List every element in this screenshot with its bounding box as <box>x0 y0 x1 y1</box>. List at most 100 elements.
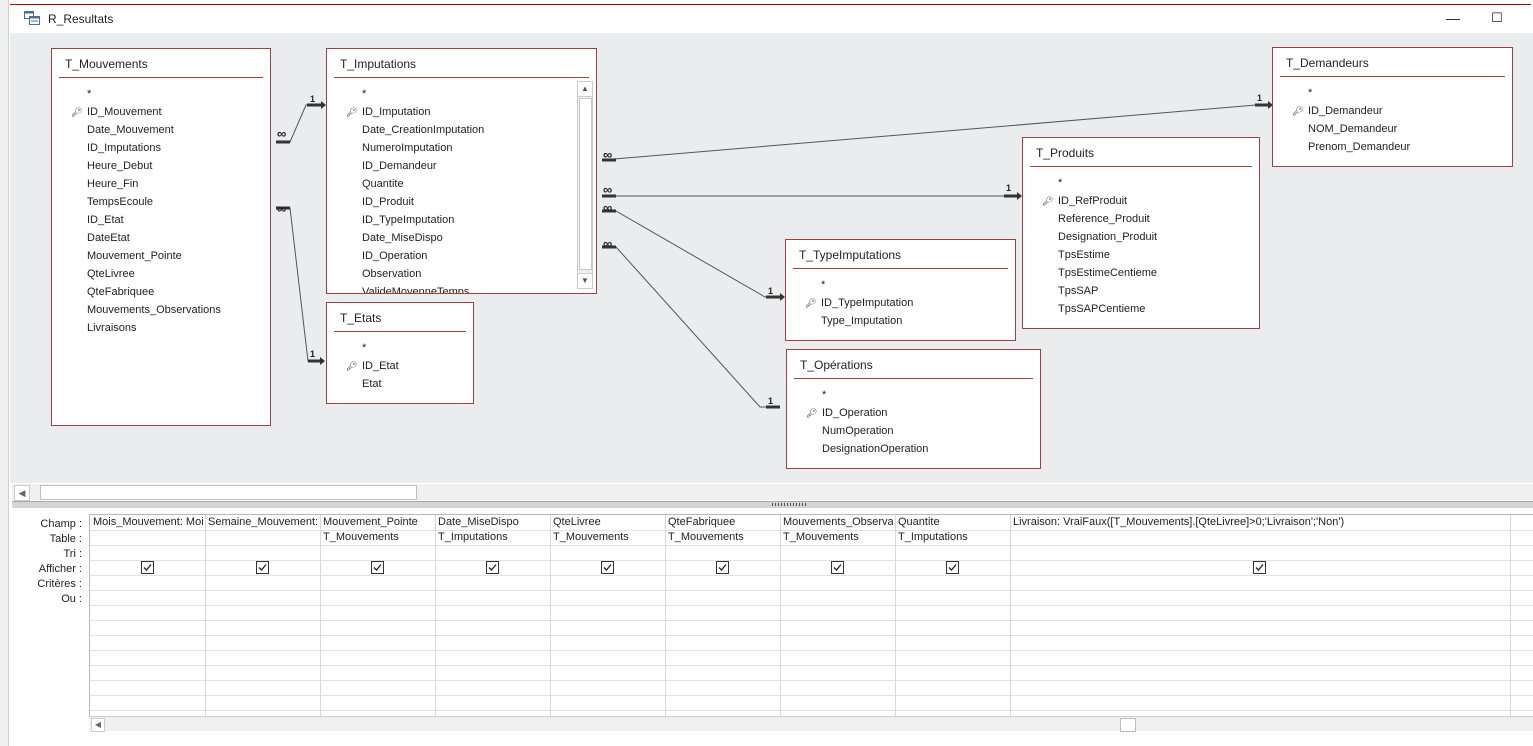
grid-column[interactable]: Mois_Mouvement: Mois <box>90 515 205 723</box>
scroll-left-icon[interactable]: ◀ <box>91 718 105 732</box>
field-row[interactable]: Mouvements_Observations <box>52 301 270 319</box>
splitter-grip-icon[interactable] <box>772 503 806 506</box>
grid-column[interactable]: Quantite T_Imputations <box>895 515 1010 723</box>
field-row[interactable]: Quantite <box>327 175 576 193</box>
field-row[interactable]: ID_Produit <box>327 193 576 211</box>
design-pane-hscrollbar[interactable]: ◀ <box>12 484 1533 501</box>
field-row[interactable]: ID_Demandeur <box>327 157 576 175</box>
champ-cell[interactable]: Date_MiseDispo <box>438 515 548 530</box>
grid-hscrollbar[interactable]: ◀ <box>89 716 1533 732</box>
champ-cell[interactable]: Livraison: VraiFaux([T_Mouvements].[QteL… <box>1013 515 1508 530</box>
champ-cell[interactable]: QteLivree <box>553 515 663 530</box>
grid-column[interactable]: Date_MiseDispo T_Imputations <box>435 515 550 723</box>
field-row[interactable]: ID_Imputations <box>52 139 270 157</box>
field-row[interactable]: 🔑︎ ID_Demandeur <box>1273 102 1512 120</box>
field-list-scrollbar[interactable]: ▲ ▼ <box>577 81 593 289</box>
field-row[interactable]: 🔑︎ ID_TypeImputation <box>786 294 1015 312</box>
table-title[interactable]: T_Imputations <box>327 49 596 78</box>
minimize-button[interactable]: — <box>1442 7 1464 29</box>
field-row[interactable]: ID_Etat <box>52 211 270 229</box>
field-row[interactable]: TpsSAP <box>1023 282 1259 300</box>
scroll-left-icon[interactable]: ◀ <box>14 485 30 501</box>
champ-cell[interactable]: Quantite <box>898 515 1008 530</box>
table-cell[interactable] <box>208 530 318 545</box>
table-box-t-produits[interactable]: T_Produits * 🔑︎ ID_RefProduit Reference_Pro… <box>1022 137 1260 329</box>
scroll-down-icon[interactable]: ▼ <box>578 273 592 288</box>
scroll-up-icon[interactable]: ▲ <box>578 82 592 97</box>
afficher-checkbox[interactable] <box>946 561 959 574</box>
table-cell[interactable] <box>1013 530 1508 545</box>
scroll-thumb[interactable] <box>40 485 417 500</box>
table-cell[interactable]: T_Mouvements <box>668 530 778 545</box>
field-row[interactable]: 🔑︎ ID_Operation <box>787 404 1040 422</box>
field-row[interactable]: 🔑︎ ID_Etat <box>327 357 473 375</box>
field-row[interactable]: TempsEcoule <box>52 193 270 211</box>
field-row[interactable]: ID_Operation <box>327 247 576 265</box>
field-row[interactable]: NumeroImputation <box>327 139 576 157</box>
table-cell[interactable]: T_Mouvements <box>783 530 893 545</box>
champ-cell[interactable]: Mouvements_Observations <box>783 515 893 530</box>
field-all-star[interactable]: * <box>327 339 473 357</box>
field-row[interactable]: Observation <box>327 265 576 283</box>
table-box-t-etats[interactable]: T_Etats * 🔑︎ ID_Etat Etat <box>326 302 474 404</box>
table-cell[interactable]: T_Mouvements <box>323 530 433 545</box>
table-cell[interactable] <box>93 530 203 545</box>
afficher-checkbox[interactable] <box>1253 561 1266 574</box>
field-row[interactable]: ID_TypeImputation <box>327 211 576 229</box>
table-box-t-imputations[interactable]: T_Imputations * 🔑︎ ID_Imputation Date_Creat… <box>326 48 597 294</box>
field-row[interactable]: Designation_Produit <box>1023 228 1259 246</box>
afficher-checkbox[interactable] <box>256 561 269 574</box>
field-row[interactable]: NOM_Demandeur <box>1273 120 1512 138</box>
field-row[interactable]: 🔑︎ ID_RefProduit <box>1023 192 1259 210</box>
table-cell[interactable]: T_Imputations <box>898 530 1008 545</box>
field-row[interactable]: Date_MiseDispo <box>327 229 576 247</box>
champ-cell[interactable]: QteFabriquee <box>668 515 778 530</box>
grid-column[interactable]: Livraison: VraiFaux([T_Mouvements].[QteL… <box>1010 515 1510 723</box>
scroll-thumb[interactable] <box>579 98 592 270</box>
table-cell[interactable]: T_Imputations <box>438 530 548 545</box>
table-box-t-operations[interactable]: T_Opérations * 🔑︎ ID_Operation NumOperation… <box>786 349 1041 469</box>
table-box-t-demandeurs[interactable]: T_Demandeurs * 🔑︎ ID_Demandeur NOM_Demandeu… <box>1272 47 1513 167</box>
grid-column[interactable]: QteLivree T_Mouvements <box>550 515 665 723</box>
scroll-thumb[interactable] <box>1120 718 1136 732</box>
field-row[interactable]: QteLivree <box>52 265 270 283</box>
grid-column[interactable]: Semaine_Mouvement: <box>205 515 320 723</box>
table-title[interactable]: T_TypeImputations <box>786 240 1015 269</box>
table-box-t-mouvements[interactable]: T_Mouvements * 🔑︎ ID_Mouvement Date_Mouveme… <box>51 48 271 426</box>
field-all-star[interactable]: * <box>786 276 1015 294</box>
table-title[interactable]: T_Etats <box>327 303 473 332</box>
field-row[interactable]: Date_Mouvement <box>52 121 270 139</box>
pane-splitter[interactable] <box>12 501 1533 508</box>
maximize-button[interactable]: ☐ <box>1486 7 1508 29</box>
field-row[interactable]: TpsSAPCentieme <box>1023 300 1259 318</box>
champ-cell[interactable]: Mois_Mouvement: Mois <box>93 515 203 530</box>
field-row[interactable]: Date_CreationImputation <box>327 121 576 139</box>
field-row[interactable]: Heure_Debut <box>52 157 270 175</box>
field-all-star[interactable]: * <box>787 386 1040 404</box>
field-row[interactable]: Etat <box>327 375 473 393</box>
afficher-checkbox[interactable] <box>371 561 384 574</box>
field-row[interactable]: 🔑︎ ID_Imputation <box>327 103 576 121</box>
field-all-star[interactable]: * <box>1023 174 1259 192</box>
table-title[interactable]: T_Mouvements <box>52 49 270 78</box>
field-row[interactable]: TpsEstime <box>1023 246 1259 264</box>
champ-cell[interactable]: Semaine_Mouvement: <box>208 515 318 530</box>
field-row[interactable]: DesignationOperation <box>787 440 1040 458</box>
afficher-checkbox[interactable] <box>486 561 499 574</box>
field-row[interactable]: Reference_Produit <box>1023 210 1259 228</box>
table-title[interactable]: T_Opérations <box>787 350 1040 379</box>
field-row[interactable]: NumOperation <box>787 422 1040 440</box>
field-row[interactable]: Type_Imputation <box>786 312 1015 330</box>
field-row[interactable]: Heure_Fin <box>52 175 270 193</box>
afficher-checkbox[interactable] <box>601 561 614 574</box>
field-all-star[interactable]: * <box>327 85 576 103</box>
afficher-checkbox[interactable] <box>141 561 154 574</box>
table-title[interactable]: T_Demandeurs <box>1273 48 1512 77</box>
afficher-checkbox[interactable] <box>716 561 729 574</box>
field-row[interactable]: Prenom_Demandeur <box>1273 138 1512 156</box>
field-all-star[interactable]: * <box>52 85 270 103</box>
field-row[interactable]: Livraisons <box>52 319 270 337</box>
field-all-star[interactable]: * <box>1273 84 1512 102</box>
field-row[interactable]: DateEtat <box>52 229 270 247</box>
table-cell[interactable]: T_Mouvements <box>553 530 663 545</box>
